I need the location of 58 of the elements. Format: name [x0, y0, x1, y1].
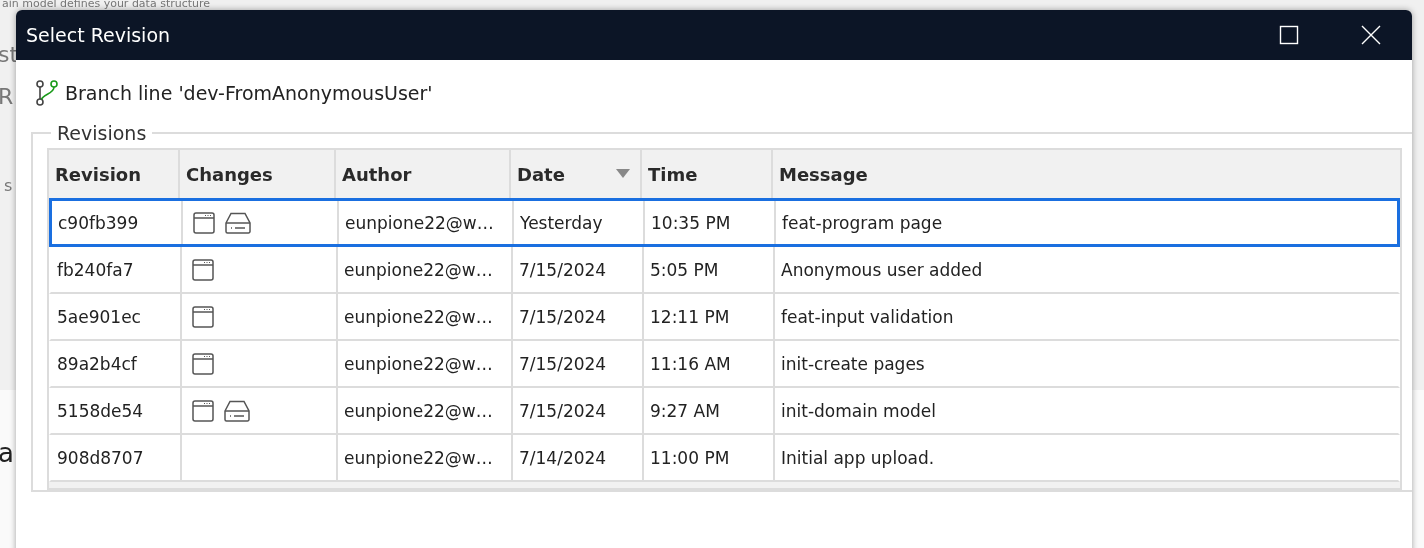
group-legend: Revisions	[51, 122, 153, 144]
table-cell: fb240fa7	[51, 247, 182, 292]
drive-icon	[224, 399, 250, 422]
branch-label: Branch line 'dev-FromAnonymousUser'	[65, 82, 433, 104]
drive-icon	[225, 211, 251, 234]
column-header[interactable]: Date	[511, 150, 642, 198]
table-cell: 7/15/2024	[513, 294, 644, 339]
table-cell: eunpione22@w…	[338, 341, 513, 386]
background-text: st	[0, 42, 19, 67]
table-cell-text: feat-input validation	[780, 305, 955, 329]
table-cell-text: init-create pages	[780, 352, 926, 376]
table-cell: 10:35 PM	[645, 201, 776, 244]
revision-row[interactable]: 5ae901ec eunpione22@w… 7/15/2024 12:11 PM feat-input validation	[49, 292, 1400, 341]
table-cell: c90fb399	[52, 201, 183, 244]
table-cell: 7/15/2024	[513, 388, 644, 433]
close-icon	[1361, 25, 1381, 45]
branch-icon	[35, 80, 59, 106]
window-icon	[193, 211, 215, 234]
table-cell: eunpione22@w…	[338, 435, 513, 480]
table-cell: 9:27 AM	[644, 388, 775, 433]
table-cell: 5ae901ec	[51, 294, 182, 339]
revision-row[interactable]: fb240fa7 eunpione22@w… 7/15/2024 5:05 PM Anonymous user added	[49, 245, 1400, 294]
table-cell: 7/15/2024	[513, 247, 644, 292]
window-icon	[192, 352, 214, 375]
window-icon	[192, 399, 214, 422]
table-cell: 12:11 PM	[644, 294, 775, 339]
table-cell: 89a2b4cf	[51, 341, 182, 386]
maximize-icon	[1279, 25, 1299, 45]
table-cell-text: feat-program page	[781, 211, 944, 235]
table-cell-text: init-domain model	[780, 399, 938, 423]
column-header[interactable]: Message	[773, 150, 1384, 198]
table-cell: 908d8707	[51, 435, 182, 480]
table-cell-text: Anonymous user added	[780, 258, 984, 282]
table-cell: 7/15/2024	[513, 341, 644, 386]
table-cell: 5158de54	[51, 388, 182, 433]
table-cell: 11:16 AM	[644, 341, 775, 386]
table-cell: 11:00 PM	[644, 435, 775, 480]
revision-row[interactable]: c90fb399 eunpione22@w… Yesterday 10:35 PM feat-program page	[49, 198, 1400, 247]
column-header[interactable]: Revision	[49, 150, 180, 198]
table-cell: eunpione22@w…	[338, 247, 513, 292]
table-cell: eunpione22@w…	[339, 201, 514, 244]
table-cell: 5:05 PM	[644, 247, 775, 292]
table-cell: eunpione22@w…	[338, 294, 513, 339]
column-header[interactable]: Author	[336, 150, 511, 198]
background-text: a	[0, 438, 14, 468]
background-text: R	[0, 84, 14, 109]
window-icon	[192, 305, 214, 328]
table-cell: 7/14/2024	[513, 435, 644, 480]
column-header[interactable]: Changes	[180, 150, 336, 198]
table-cell: Yesterday	[514, 201, 645, 244]
window-icon	[192, 258, 214, 281]
table-cell-text: Initial app upload.	[780, 446, 936, 470]
revision-row[interactable]: 5158de54 eunpione22@w… 7/15/2024 9:27 AM init-domain model	[49, 386, 1400, 435]
revision-row[interactable]: 89a2b4cf eunpione22@w… 7/15/2024 11:16 AM init-create pages	[49, 339, 1400, 388]
background-text: s	[4, 176, 13, 195]
table-cell: eunpione22@w…	[338, 388, 513, 433]
window-title: Select Revision	[26, 24, 171, 46]
column-header[interactable]: Time	[642, 150, 773, 198]
